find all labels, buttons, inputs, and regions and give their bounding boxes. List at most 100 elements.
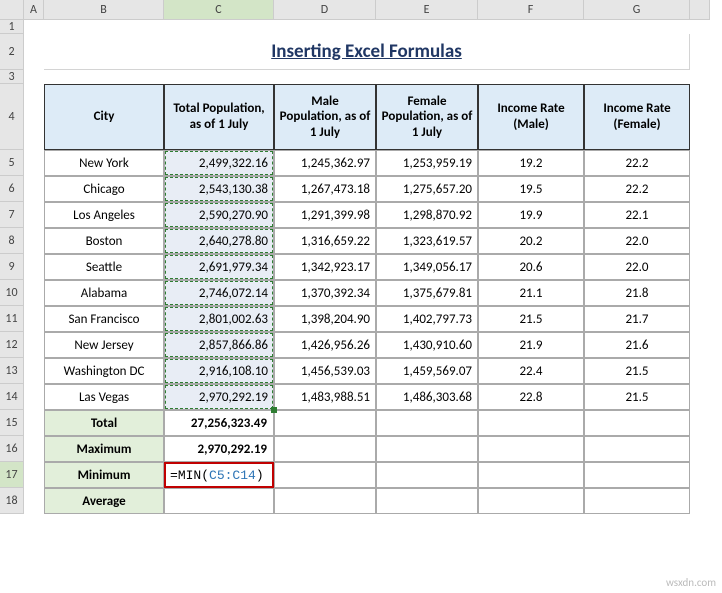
cell-male[interactable]: 1,426,956.26 (274, 332, 376, 358)
header-income-male[interactable]: Income Rate (Male) (478, 84, 584, 150)
row-header-2[interactable]: 2 (0, 34, 24, 70)
cell-city[interactable]: Alabama (44, 280, 164, 306)
cell-city[interactable]: Chicago (44, 176, 164, 202)
cell-income-female[interactable]: 22.2 (584, 176, 690, 202)
cell-male[interactable]: 1,456,539.03 (274, 358, 376, 384)
cell-income-female[interactable]: 21.8 (584, 280, 690, 306)
cell-male[interactable]: 1,398,204.90 (274, 306, 376, 332)
row-header-5[interactable]: 5 (0, 150, 24, 176)
empty-cell[interactable] (478, 462, 584, 488)
cell-total[interactable]: 2,916,108.10 (164, 358, 274, 384)
col-header-A[interactable]: A (24, 0, 44, 20)
cell-income-female[interactable]: 22.0 (584, 254, 690, 280)
row-header-10[interactable]: 10 (0, 280, 24, 306)
spreadsheet-grid[interactable]: A B C D E F G 1 2 Inserting Excel Formul… (0, 0, 722, 514)
cell-city[interactable]: San Francisco (44, 306, 164, 332)
empty-cell[interactable] (274, 410, 376, 436)
select-all-corner[interactable] (0, 0, 24, 20)
cell-female[interactable]: 1,375,679.81 (376, 280, 478, 306)
cell-city[interactable]: New Jersey (44, 332, 164, 358)
empty-cell[interactable] (584, 488, 690, 514)
cell-total[interactable]: 2,691,979.34 (164, 254, 274, 280)
col-header-E[interactable]: E (376, 0, 478, 20)
cell-male[interactable]: 1,342,923.17 (274, 254, 376, 280)
cell-income-female[interactable]: 21.6 (584, 332, 690, 358)
row-header-15[interactable]: 15 (0, 410, 24, 436)
row-header-16[interactable]: 16 (0, 436, 24, 462)
cell-female[interactable]: 1,459,569.07 (376, 358, 478, 384)
header-male-pop[interactable]: Male Population, as of 1 July (274, 84, 376, 150)
cell-male[interactable]: 1,267,473.18 (274, 176, 376, 202)
cell-male[interactable]: 1,370,392.34 (274, 280, 376, 306)
cell-income-male[interactable]: 21.1 (478, 280, 584, 306)
row-header-18[interactable]: 18 (0, 488, 24, 514)
cell-female[interactable]: 1,430,910.60 (376, 332, 478, 358)
cell-income-male[interactable]: 20.6 (478, 254, 584, 280)
summary-value[interactable]: 2,970,292.19 (164, 436, 274, 462)
cell-male[interactable]: 1,245,362.97 (274, 150, 376, 176)
cell-total[interactable]: 2,590,270.90 (164, 202, 274, 228)
cell-female[interactable]: 1,298,870.92 (376, 202, 478, 228)
cell-income-male[interactable]: 21.5 (478, 306, 584, 332)
header-city[interactable]: City (44, 84, 164, 150)
summary-label-total_label[interactable]: Total (44, 410, 164, 436)
col-header-C[interactable]: C (164, 0, 274, 20)
row-header-1[interactable]: 1 (0, 20, 24, 34)
empty-cell[interactable] (376, 436, 478, 462)
cell-income-male[interactable]: 19.5 (478, 176, 584, 202)
cell-female[interactable]: 1,486,303.68 (376, 384, 478, 410)
cell-city[interactable]: Los Angeles (44, 202, 164, 228)
cell-income-male[interactable]: 19.9 (478, 202, 584, 228)
summary-label-min_label[interactable]: Minimum (44, 462, 164, 488)
empty-cell[interactable] (274, 436, 376, 462)
row-header-3[interactable]: 3 (0, 70, 24, 84)
empty-cell[interactable] (376, 410, 478, 436)
cell-female[interactable]: 1,275,657.20 (376, 176, 478, 202)
empty-cell[interactable] (274, 462, 376, 488)
cell-female[interactable]: 1,323,619.57 (376, 228, 478, 254)
cell-city[interactable]: Seattle (44, 254, 164, 280)
cell-male[interactable]: 1,316,659.22 (274, 228, 376, 254)
cell-total[interactable]: 2,746,072.14 (164, 280, 274, 306)
cell-total[interactable]: 2,640,278.80 (164, 228, 274, 254)
empty-cell[interactable] (274, 488, 376, 514)
cell-male[interactable]: 1,483,988.51 (274, 384, 376, 410)
summary-label-avg_label[interactable]: Average (44, 488, 164, 514)
row-header-14[interactable]: 14 (0, 384, 24, 410)
row-header-11[interactable]: 11 (0, 306, 24, 332)
header-female-pop[interactable]: Female Population, as of 1 July (376, 84, 478, 150)
col-header-B[interactable]: B (44, 0, 164, 20)
cell-total[interactable]: 2,857,866.86 (164, 332, 274, 358)
cell-income-male[interactable]: 19.2 (478, 150, 584, 176)
cell-female[interactable]: 1,402,797.73 (376, 306, 478, 332)
cell-income-male[interactable]: 22.8 (478, 384, 584, 410)
row-header-8[interactable]: 8 (0, 228, 24, 254)
cell-income-female[interactable]: 22.0 (584, 228, 690, 254)
header-income-female[interactable]: Income Rate (Female) (584, 84, 690, 150)
cell-female[interactable]: 1,253,959.19 (376, 150, 478, 176)
cell-male[interactable]: 1,291,399.98 (274, 202, 376, 228)
empty-cell[interactable] (376, 462, 478, 488)
empty-cell[interactable] (478, 488, 584, 514)
cell-total[interactable]: 2,543,130.38 (164, 176, 274, 202)
cell-income-female[interactable]: 21.7 (584, 306, 690, 332)
cell-income-male[interactable]: 20.2 (478, 228, 584, 254)
summary-value[interactable]: 27,256,323.49 (164, 410, 274, 436)
cell-city[interactable]: Las Vegas (44, 384, 164, 410)
cell-income-male[interactable]: 22.4 (478, 358, 584, 384)
row-header-7[interactable]: 7 (0, 202, 24, 228)
col-header-G[interactable]: G (584, 0, 690, 20)
cell-income-female[interactable]: 22.2 (584, 150, 690, 176)
header-total-pop[interactable]: Total Population, as of 1 July (164, 84, 274, 150)
row-header-6[interactable]: 6 (0, 176, 24, 202)
empty-cell[interactable] (478, 436, 584, 462)
empty-cell[interactable] (478, 410, 584, 436)
summary-label-max_label[interactable]: Maximum (44, 436, 164, 462)
cell-city[interactable]: New York (44, 150, 164, 176)
cell-female[interactable]: 1,349,056.17 (376, 254, 478, 280)
row-header-9[interactable]: 9 (0, 254, 24, 280)
empty-cell[interactable] (584, 410, 690, 436)
row-header-12[interactable]: 12 (0, 332, 24, 358)
cell-income-female[interactable]: 21.5 (584, 384, 690, 410)
empty-cell[interactable] (584, 462, 690, 488)
